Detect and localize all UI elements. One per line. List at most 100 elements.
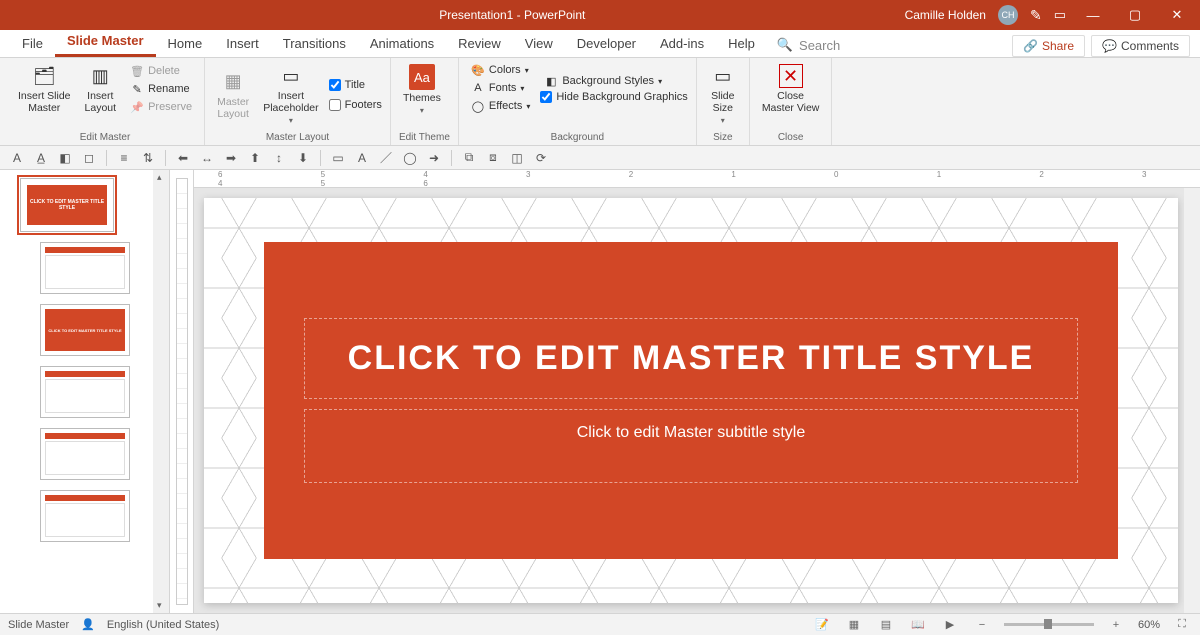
align-bottom-icon[interactable]: ⬇ <box>292 148 314 168</box>
align-icon[interactable]: ≡ <box>113 148 135 168</box>
zoom-out-button[interactable]: − <box>972 619 992 631</box>
rotate-icon[interactable]: ⟳ <box>530 148 552 168</box>
shape-text-icon[interactable]: A <box>351 148 373 168</box>
effects-label: Effects <box>489 100 522 112</box>
tab-developer[interactable]: Developer <box>565 30 648 57</box>
canvas-area: 6 5 4 3 2 1 0 1 2 3 4 5 6 Click to edit … <box>194 170 1200 613</box>
delete-button[interactable]: 🗑Delete <box>126 63 196 79</box>
tab-animations[interactable]: Animations <box>358 30 446 57</box>
horizontal-ruler: 6 5 4 3 2 1 0 1 2 3 4 5 6 <box>194 170 1200 188</box>
tab-view[interactable]: View <box>513 30 565 57</box>
effects-button[interactable]: ◯Effects ▾ <box>467 98 534 114</box>
tab-home[interactable]: Home <box>156 30 215 57</box>
align-center-icon[interactable]: ↔ <box>196 148 218 168</box>
slide-master-icon: 🗂 <box>30 64 58 88</box>
search-placeholder: Search <box>799 38 840 53</box>
title-checkbox[interactable]: Title <box>329 79 382 91</box>
placeholder-icon: ▭ <box>277 64 305 88</box>
close-button[interactable]: ✕ <box>1162 0 1192 30</box>
fit-window-icon[interactable]: ⛶ <box>1172 618 1192 631</box>
shape-oval-icon[interactable]: ◯ <box>399 148 421 168</box>
slide-size-button[interactable]: ▭ Slide Size ▾ <box>705 62 741 127</box>
close-master-view-button[interactable]: ✕ Close Master View <box>758 62 824 116</box>
rename-icon: ✎ <box>130 82 144 96</box>
comments-button[interactable]: 💬 Comments <box>1091 35 1190 57</box>
insert-placeholder-button[interactable]: ▭ Insert Placeholder ▾ <box>259 62 322 127</box>
themes-button[interactable]: Aa Themes ▾ <box>399 62 445 117</box>
tab-slide-master[interactable]: Slide Master <box>55 27 156 57</box>
pen-icon[interactable]: ✎ <box>1030 7 1042 24</box>
thumbnail-layout[interactable] <box>40 366 130 418</box>
insert-slide-master-button[interactable]: 🗂 Insert Slide Master <box>14 62 75 116</box>
canvas-scrollbar[interactable] <box>1184 188 1200 613</box>
ribbon-options-icon[interactable]: ▭ <box>1054 7 1066 23</box>
slide-canvas[interactable]: Click to edit Master title style Click t… <box>204 198 1178 603</box>
maximize-button[interactable]: ▢ <box>1120 0 1150 30</box>
align-right-icon[interactable]: ➡ <box>220 148 242 168</box>
avatar[interactable]: CH <box>998 5 1018 25</box>
tab-help[interactable]: Help <box>716 30 767 57</box>
tab-transitions[interactable]: Transitions <box>271 30 358 57</box>
colors-label: Colors <box>489 64 521 76</box>
comments-label: Comments <box>1121 39 1179 53</box>
group-icon[interactable]: ⧉ <box>458 148 480 168</box>
master-layout-button[interactable]: ▦ Master Layout <box>213 68 253 122</box>
reading-view-icon[interactable]: 📖 <box>908 618 928 631</box>
highlight-icon[interactable]: A̲ <box>30 148 52 168</box>
tab-addins[interactable]: Add-ins <box>648 30 716 57</box>
search-box[interactable]: 🔍 Search <box>767 33 850 57</box>
close-icon: ✕ <box>779 64 803 88</box>
minimize-button[interactable]: — <box>1078 0 1108 30</box>
align-middle-icon[interactable]: ↕ <box>268 148 290 168</box>
hide-bg-checkbox[interactable]: Hide Background Graphics <box>540 91 687 103</box>
distribute-icon[interactable]: ⇅ <box>137 148 159 168</box>
fonts-button[interactable]: AFonts ▾ <box>467 80 534 96</box>
insert-layout-button[interactable]: ▥ Insert Layout <box>81 62 121 116</box>
bgstyles-label: Background Styles <box>562 75 654 87</box>
menu-bar: File Slide Master Home Insert Transition… <box>0 30 1200 58</box>
zoom-slider[interactable] <box>1004 623 1094 626</box>
preserve-button[interactable]: 📌Preserve <box>126 99 196 115</box>
workspace: CLICK TO EDIT MASTER TITLE STYLE CLICK T… <box>0 170 1200 613</box>
notes-icon[interactable]: 📝 <box>812 618 832 631</box>
subtitle-placeholder[interactable]: Click to edit Master subtitle style <box>304 409 1078 483</box>
hide-bg-label: Hide Background Graphics <box>556 91 687 103</box>
align-left-icon[interactable]: ⬅ <box>172 148 194 168</box>
font-color-icon[interactable]: A <box>6 148 28 168</box>
title-chk-label: Title <box>345 79 365 91</box>
share-button[interactable]: 🔗 Share <box>1012 35 1085 57</box>
thumbnail-layout[interactable] <box>40 490 130 542</box>
tab-review[interactable]: Review <box>446 30 513 57</box>
shape-line-icon[interactable]: ／ <box>375 148 397 168</box>
shape-rect-icon[interactable]: ▭ <box>327 148 349 168</box>
slide-size-icon: ▭ <box>709 64 737 88</box>
thumbnail-layout[interactable] <box>40 242 130 294</box>
tab-file[interactable]: File <box>10 30 55 57</box>
arrange-icon[interactable]: ◫ <box>506 148 528 168</box>
shape-arrow-icon[interactable]: ➜ <box>423 148 445 168</box>
slideshow-icon[interactable]: ▶ <box>940 618 960 631</box>
colors-button[interactable]: 🎨Colors ▾ <box>467 62 534 78</box>
effects-icon: ◯ <box>471 99 485 113</box>
thumbnail-layout[interactable] <box>40 428 130 480</box>
background-styles-button[interactable]: ◧Background Styles ▾ <box>540 73 687 89</box>
align-top-icon[interactable]: ⬆ <box>244 148 266 168</box>
title-placeholder[interactable]: Click to edit Master title style <box>304 318 1078 399</box>
accessibility-icon[interactable]: 👤 <box>81 618 95 631</box>
insert-layout-label: Insert Layout <box>85 90 117 114</box>
outline-icon[interactable]: ◻ <box>78 148 100 168</box>
fill-icon[interactable]: ◧ <box>54 148 76 168</box>
zoom-in-button[interactable]: + <box>1106 619 1126 631</box>
zoom-level[interactable]: 60% <box>1138 619 1160 631</box>
thumbnail-layout[interactable]: CLICK TO EDIT MASTER TITLE STYLE <box>40 304 130 356</box>
rename-button[interactable]: ✎Rename <box>126 81 196 97</box>
footers-checkbox[interactable]: Footers <box>329 99 382 111</box>
normal-view-icon[interactable]: ▦ <box>844 618 864 631</box>
tab-insert[interactable]: Insert <box>214 30 271 57</box>
thumbnail-master[interactable]: CLICK TO EDIT MASTER TITLE STYLE <box>20 178 114 232</box>
thumbnail-scrollbar[interactable] <box>153 170 169 613</box>
sorter-view-icon[interactable]: ▤ <box>876 618 896 631</box>
ungroup-icon[interactable]: ⧈ <box>482 148 504 168</box>
group-label: Edit Master <box>14 130 196 143</box>
status-language[interactable]: English (United States) <box>107 619 220 631</box>
